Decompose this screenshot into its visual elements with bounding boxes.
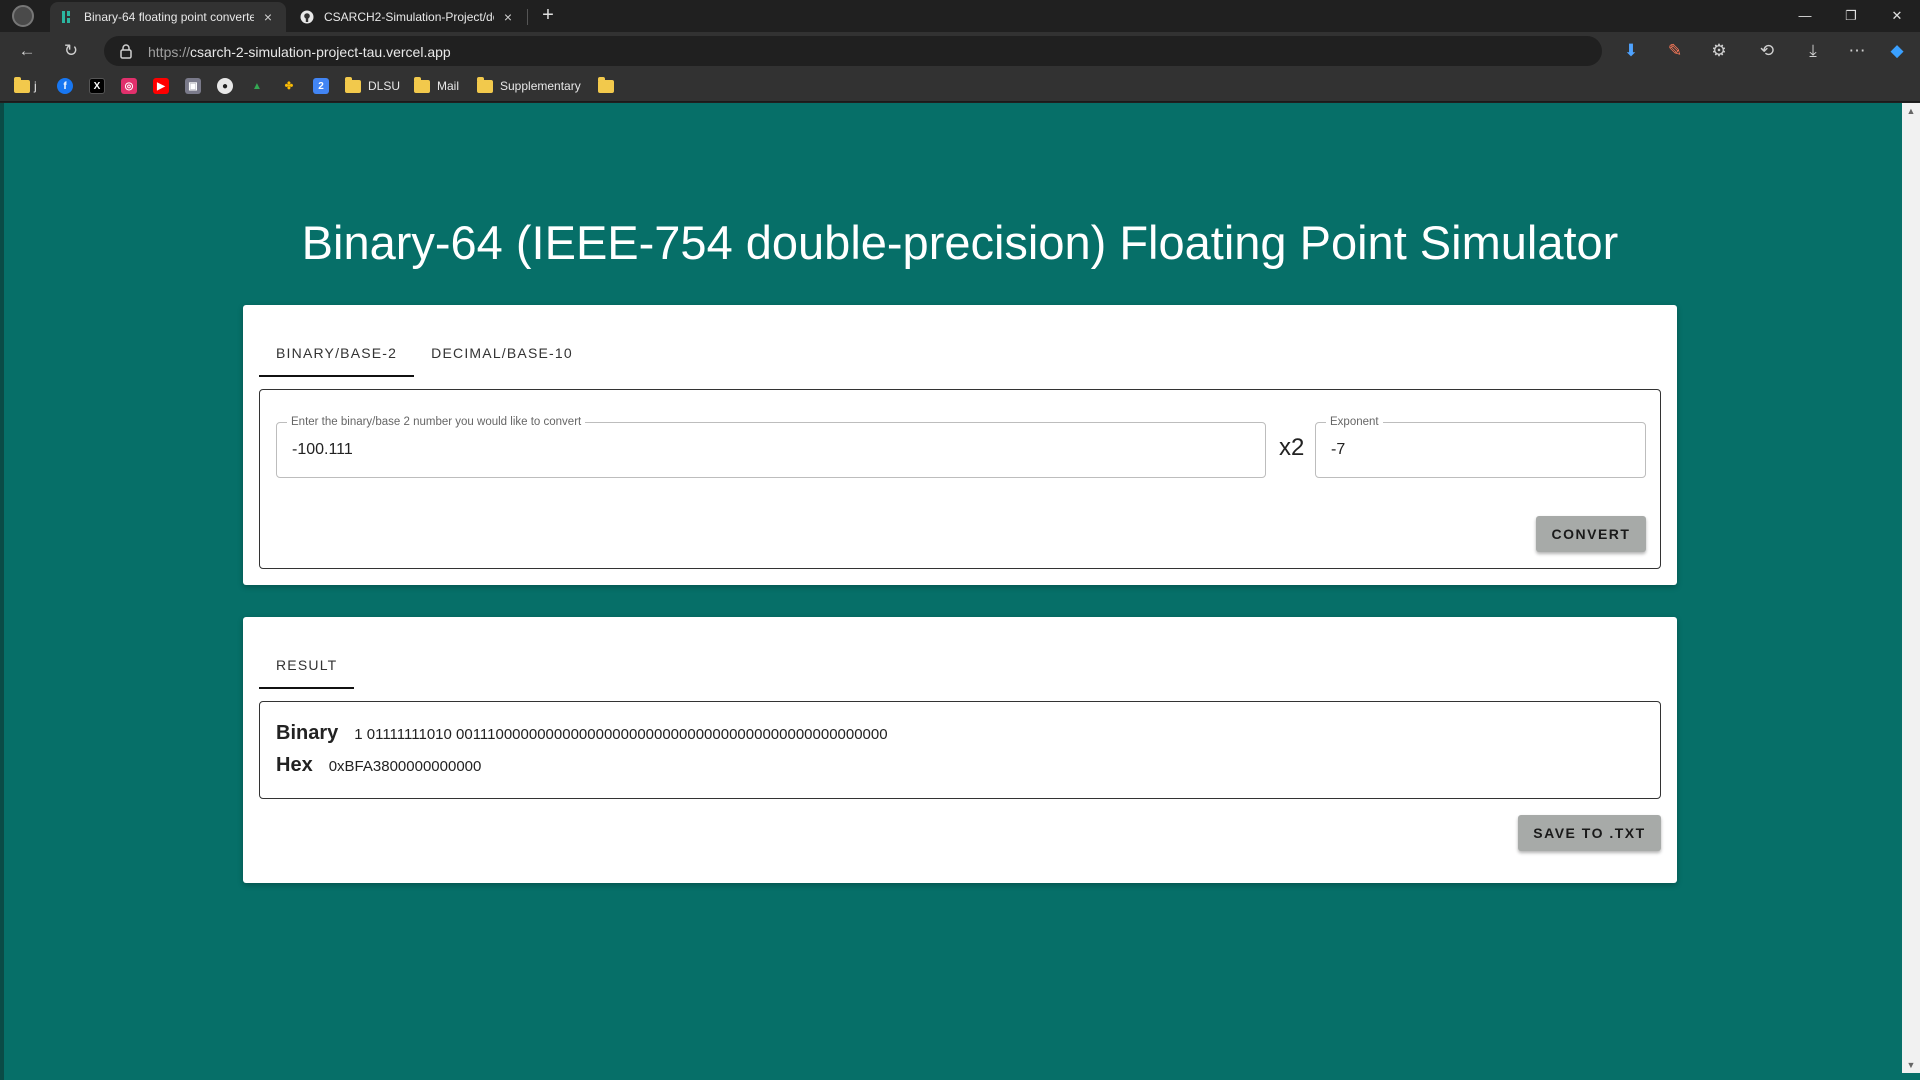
address-bar[interactable]: https://csarch-2-simulation-project-tau.… [104, 36, 1602, 66]
bookmark-instagram[interactable]: ◎ [121, 78, 137, 94]
lock-bookmark-icon: ▣ [185, 78, 201, 94]
tab-result[interactable]: RESULT [259, 641, 355, 689]
more-menu-icon[interactable]: ⋯ [1844, 39, 1870, 63]
folder-icon [477, 76, 493, 93]
copilot-icon[interactable]: ◆ [1884, 39, 1910, 63]
binary-number-value[interactable]: -100.111 [292, 441, 353, 459]
folder-icon [345, 76, 361, 93]
input-mode-tabs: BINARY/BASE-2 DECIMAL/BASE-10 [259, 329, 590, 377]
pen-extension-icon[interactable]: ✎ [1662, 39, 1688, 63]
calendar-icon: 2 [313, 78, 329, 94]
lock-icon [120, 44, 132, 59]
result-hex-row: Hex 0xBFA3800000000000 [276, 754, 481, 777]
bookmark-folder-supplementary[interactable]: Supplementary [477, 76, 581, 94]
new-tab-button[interactable]: + [536, 3, 560, 27]
result-binary-value: 1 01111111010 00111000000000000000000000… [354, 726, 888, 743]
facebook-icon: f [57, 78, 73, 94]
bookmark-pinwheel[interactable]: ✤ [281, 78, 297, 94]
bookmark-x[interactable]: X [89, 78, 105, 94]
scroll-down-icon[interactable]: ▼ [1902, 1057, 1920, 1073]
history-icon[interactable]: ⟲ [1754, 39, 1780, 63]
result-card: RESULT Binary 1 01111111010 001110000000… [243, 617, 1677, 883]
bookmark-folder-unnamed[interactable] [598, 76, 614, 94]
binary-number-field[interactable]: Enter the binary/base 2 number you would… [276, 416, 1266, 478]
folder-icon [414, 76, 430, 93]
result-binary-label: Binary [276, 722, 339, 744]
scroll-up-icon[interactable]: ▲ [1902, 103, 1920, 119]
downloads-icon[interactable]: ⤓ [1800, 39, 1826, 63]
tab-github-repo[interactable]: CSARCH2-Simulation-Project/do × [290, 2, 526, 32]
bookmark-drive[interactable]: ▲ [249, 78, 265, 94]
folder-icon [598, 76, 614, 93]
binary-number-label: Enter the binary/base 2 number you would… [287, 416, 586, 428]
page-title: Binary-64 (IEEE-754 double-precision) Fl… [301, 216, 1619, 269]
tab-binary-base2[interactable]: BINARY/BASE-2 [259, 329, 415, 377]
restore-icon[interactable]: ❐ [1828, 0, 1874, 32]
bookmark-calendar[interactable]: 2 [313, 78, 329, 94]
times-base-label: x2 [1279, 434, 1305, 461]
minimize-icon[interactable]: — [1782, 0, 1828, 32]
exponent-field[interactable]: Exponent -7 [1315, 416, 1646, 478]
bookmark-youtube[interactable]: ▶ [153, 78, 169, 94]
bookmark-github[interactable]: ● [217, 78, 233, 94]
result-hex-value: 0xBFA3800000000000 [328, 758, 482, 775]
github-icon: ● [217, 78, 233, 94]
exponent-label: Exponent [1326, 416, 1383, 428]
binary-input-panel: Enter the binary/base 2 number you would… [259, 389, 1661, 569]
folder-icon [14, 76, 30, 93]
instagram-icon: ◎ [121, 78, 137, 94]
close-tab-icon[interactable]: × [500, 9, 516, 25]
bookmark-lock[interactable]: ▣ [185, 78, 201, 94]
bookmarks-bar: j f X ◎ ▶ ▣ ● ▲ ✤ 2 DLSU Mail Supplement… [0, 70, 1920, 102]
download-extension-icon[interactable]: ⬇ [1618, 39, 1644, 63]
x-icon: X [89, 78, 105, 94]
drive-icon: ▲ [252, 80, 262, 92]
exponent-value[interactable]: -7 [1331, 441, 1345, 459]
tab-decimal-base10[interactable]: DECIMAL/BASE-10 [414, 329, 590, 377]
profile-avatar[interactable] [12, 5, 34, 27]
youtube-icon: ▶ [153, 78, 169, 94]
pinwheel-icon: ✤ [284, 80, 294, 92]
save-to-txt-button[interactable]: SAVE TO .TXT [1518, 815, 1661, 851]
bookmark-folder-dlsu[interactable]: DLSU [345, 76, 400, 94]
result-hex-label: Hex [276, 754, 313, 776]
bookmark-facebook[interactable]: f [57, 78, 73, 94]
tab-separator [527, 9, 528, 25]
teal-grid-icon [60, 10, 74, 24]
result-tabs: RESULT [259, 641, 355, 689]
bookmark-folder-mail[interactable]: Mail [414, 76, 459, 94]
github-icon [300, 10, 314, 24]
result-binary-row: Binary 1 01111111010 0011100000000000000… [276, 722, 888, 745]
browser-tab-bar: Binary-64 floating point converte × CSAR… [0, 0, 1920, 32]
converter-card: BINARY/BASE-2 DECIMAL/BASE-10 Enter the … [243, 305, 1677, 585]
close-tab-icon[interactable]: × [260, 9, 276, 25]
extensions-icon[interactable]: ⚙ [1706, 39, 1732, 63]
tab-binary64-converter[interactable]: Binary-64 floating point converte × [50, 2, 286, 32]
tab-title: Binary-64 floating point converte [84, 10, 254, 24]
tab-title: CSARCH2-Simulation-Project/do [324, 10, 494, 24]
bookmark-folder-j[interactable]: j [14, 76, 37, 94]
url-text: https://csarch-2-simulation-project-tau.… [148, 44, 451, 60]
refresh-icon[interactable]: ↻ [58, 39, 84, 63]
close-window-icon[interactable]: ✕ [1874, 0, 1920, 32]
back-icon[interactable]: ← [14, 39, 40, 63]
result-panel: Binary 1 01111111010 0011100000000000000… [259, 701, 1661, 799]
convert-button[interactable]: CONVERT [1536, 516, 1646, 552]
